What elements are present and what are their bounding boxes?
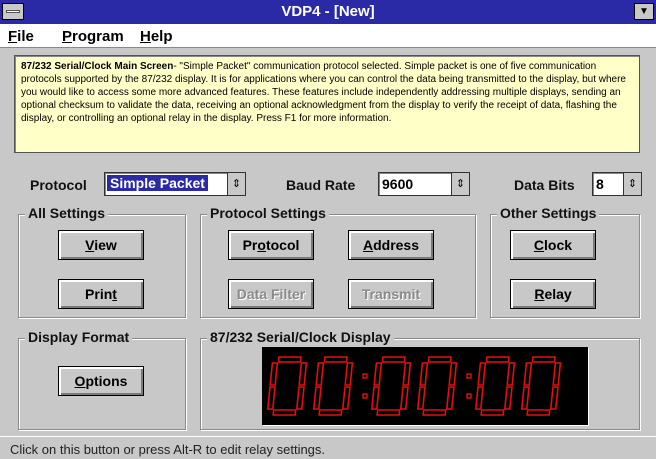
menu-help-accel: H	[140, 28, 151, 45]
baud-rate-select[interactable]: 9600 ⇕	[378, 172, 470, 196]
protocol-value: Simple Packet	[107, 175, 208, 191]
print-label: Prin	[85, 286, 113, 302]
view-button[interactable]: View	[58, 230, 144, 260]
menu-program-accel: P	[62, 28, 73, 45]
menu-program[interactable]: Program	[62, 28, 124, 45]
title-bar[interactable]: VDP4 - [New] ▼	[0, 0, 656, 24]
baud-rate-value: 9600	[382, 176, 414, 192]
clock-digit	[520, 356, 562, 416]
clock-colon-dot	[362, 373, 368, 379]
chevron-down-icon[interactable]: ⇕	[451, 173, 469, 195]
options-button[interactable]: Options	[58, 366, 144, 396]
clock-display-panel	[262, 347, 588, 425]
display-format-title: Display Format	[25, 329, 133, 345]
address-label: ddress	[373, 237, 420, 253]
protocol-settings-title: Protocol Settings	[207, 205, 329, 221]
chevron-down-icon[interactable]: ⇕	[227, 173, 245, 195]
relay-label: elay	[544, 286, 572, 302]
protocol-label: Protocol	[30, 177, 87, 193]
data-filter-button[interactable]: Data Filter	[228, 279, 314, 309]
clock-digit	[416, 356, 458, 416]
clock-digit	[370, 356, 412, 416]
protocol-button[interactable]: Protocol	[228, 230, 314, 260]
other-settings-title: Other Settings	[497, 205, 600, 221]
window-title: VDP4 - [New]	[281, 3, 375, 20]
options-label: ptions	[85, 373, 128, 389]
clock-digit	[474, 356, 516, 416]
menu-help[interactable]: Help	[140, 28, 173, 45]
menu-file-accel: F	[8, 28, 18, 45]
all-settings-title: All Settings	[25, 205, 109, 221]
seven-segment-display	[266, 356, 562, 416]
menu-help-label: elp	[150, 28, 173, 45]
clock-button[interactable]: Clock	[510, 230, 596, 260]
transmit-button[interactable]: Transmit	[348, 279, 434, 309]
data-bits-value: 8	[596, 176, 604, 192]
help-text-box: 87/232 Serial/Clock Main Screen- "Simple…	[14, 55, 640, 153]
view-label: iew	[94, 237, 117, 253]
status-bar: Click on this button or press Alt-R to e…	[0, 436, 656, 459]
chevron-down-icon[interactable]: ⇕	[623, 173, 641, 195]
clock-digit	[312, 356, 354, 416]
data-bits-select[interactable]: 8 ⇕	[592, 172, 642, 196]
address-accel: A	[362, 237, 374, 253]
clock-digit	[266, 356, 308, 416]
options-accel: O	[74, 373, 86, 389]
print-accel: t	[112, 286, 117, 302]
relay-accel: R	[534, 286, 545, 302]
clock-accel: C	[533, 237, 545, 253]
serial-display-title: 87/232 Serial/Clock Display	[207, 329, 394, 345]
protocol-button-label-start: Pr	[242, 237, 258, 253]
clock-label: lock	[544, 237, 573, 253]
data-bits-label: Data Bits	[514, 177, 575, 193]
address-button[interactable]: Address	[348, 230, 434, 260]
view-accel: V	[85, 237, 95, 253]
baud-rate-label: Baud Rate	[286, 177, 356, 193]
maximize-button[interactable]: ▼	[634, 3, 654, 20]
menu-file[interactable]: File	[8, 28, 34, 45]
relay-button[interactable]: Relay	[510, 279, 596, 309]
menu-file-label: ile	[17, 28, 34, 45]
protocol-button-label-end: tocol	[265, 237, 300, 253]
protocol-accel: o	[257, 237, 266, 253]
clock-colon-dot	[466, 393, 472, 399]
clock-colon-dot	[466, 373, 472, 379]
protocol-select[interactable]: Simple Packet ⇕	[104, 172, 246, 196]
clock-colon-dot	[362, 393, 368, 399]
menu-program-label: rogram	[72, 28, 124, 45]
print-button[interactable]: Print	[58, 279, 144, 309]
help-heading: 87/232 Serial/Clock Main Screen	[21, 61, 174, 72]
main-window: VDP4 - [New] ▼ File Program Help 87/232 …	[0, 0, 656, 459]
menu-bar: File Program Help	[0, 24, 656, 48]
